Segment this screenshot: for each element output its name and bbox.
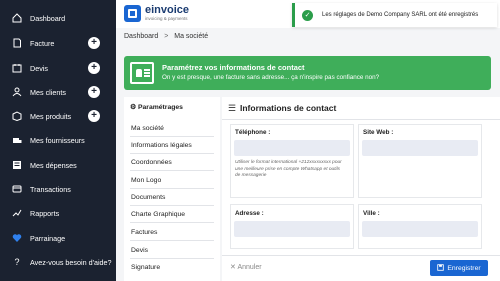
logo-tagline: invoicing & payments xyxy=(145,16,188,21)
divider xyxy=(130,188,214,189)
divider xyxy=(222,119,500,120)
settings-item-signature[interactable]: Signature xyxy=(131,264,160,271)
divider xyxy=(130,222,214,223)
sidebar-item-label: Mes dépenses xyxy=(30,161,77,170)
breadcrumb-root[interactable]: Dashboard xyxy=(124,33,158,40)
settings-item-logo[interactable]: Mon Logo xyxy=(131,177,161,184)
add-product-button[interactable]: + xyxy=(88,110,100,122)
save-icon xyxy=(437,263,445,273)
divider xyxy=(130,136,214,137)
sidebar-item-transactions[interactable]: Transactions xyxy=(0,180,116,198)
settings-title: ⚙ Paramétrages xyxy=(130,104,183,111)
sidebar-item-devis[interactable]: Devis + xyxy=(0,59,116,77)
success-toast: ✓ Les réglages de Demo Company SARL ont … xyxy=(292,3,497,27)
contact-card-icon xyxy=(130,62,154,84)
form-footer: ✕ Annuler Enregistrer xyxy=(222,255,500,281)
settings-item-factures[interactable]: Factures xyxy=(131,229,157,236)
heart-icon xyxy=(12,233,22,243)
suppliers-icon xyxy=(12,135,22,145)
sidebar-item-dashboard[interactable]: Dashboard xyxy=(0,9,116,27)
logo-icon[interactable] xyxy=(124,5,141,22)
add-client-button[interactable]: + xyxy=(88,86,100,98)
close-icon: ✕ xyxy=(230,264,236,271)
sidebar-item-fournisseurs[interactable]: Mes fournisseurs xyxy=(0,131,116,149)
sidebar: Dashboard Facture + Devis + Mes clients … xyxy=(0,0,116,281)
invoice-icon xyxy=(12,38,22,48)
add-quote-button[interactable]: + xyxy=(88,62,100,74)
sidebar-item-label: Mes clients xyxy=(30,88,66,97)
breadcrumb-separator: > xyxy=(164,33,169,40)
users-icon xyxy=(12,87,22,97)
sidebar-item-label: Transactions xyxy=(30,185,71,194)
sidebar-item-label: Rapports xyxy=(30,209,60,218)
city-label: Ville : xyxy=(363,210,380,217)
settings-item-coordonnees[interactable]: Coordonnées xyxy=(131,159,172,166)
chart-icon xyxy=(12,208,22,218)
settings-item-ma-societe[interactable]: Ma société xyxy=(131,125,164,132)
sidebar-item-label: Facture xyxy=(30,39,55,48)
sidebar-item-depenses[interactable]: Mes dépenses xyxy=(0,156,116,174)
settings-item-informations-legales[interactable]: Informations légales xyxy=(131,142,192,149)
sidebar-item-label: Dashboard xyxy=(30,14,66,23)
sidebar-item-label: Avez-vous besoin d'aide? xyxy=(30,258,112,267)
sidebar-item-label: Mes produits xyxy=(30,112,72,121)
info-banner: Paramétrez vos informations de contact O… xyxy=(124,56,491,90)
sidebar-item-label: Parrainage xyxy=(30,234,66,243)
save-button[interactable]: Enregistrer xyxy=(430,260,488,276)
sidebar-item-parrainage[interactable]: Parrainage xyxy=(0,229,116,247)
sidebar-item-clients[interactable]: Mes clients + xyxy=(0,83,116,101)
logo-name: einvoice xyxy=(145,4,190,16)
main-content: einvoice invoicing & payments ✓ Les régl… xyxy=(116,0,500,281)
quote-icon xyxy=(12,63,22,73)
home-icon xyxy=(12,13,22,23)
divider xyxy=(130,153,214,154)
phone-input[interactable] xyxy=(234,140,350,156)
banner-subtitle: On y est presque, une facture sans adres… xyxy=(162,74,380,81)
address-input[interactable] xyxy=(234,221,350,237)
sidebar-item-produits[interactable]: Mes produits + xyxy=(0,107,116,125)
transactions-icon xyxy=(12,184,22,194)
sidebar-item-label: Mes fournisseurs xyxy=(30,136,85,145)
sidebar-item-label: Devis xyxy=(30,64,48,73)
settings-item-documents[interactable]: Documents xyxy=(131,194,165,201)
city-input[interactable] xyxy=(362,221,478,237)
settings-item-devis[interactable]: Devis xyxy=(131,247,148,254)
contact-title: Informations de contact xyxy=(240,103,337,113)
settings-item-charte-graphique[interactable]: Charte Graphique xyxy=(131,211,185,218)
breadcrumb: Dashboard > Ma société xyxy=(124,33,208,40)
contact-info-panel: ☰ Informations de contact Téléphone : Ut… xyxy=(222,97,500,281)
divider xyxy=(130,240,214,241)
toast-message: Les réglages de Demo Company SARL ont ét… xyxy=(322,12,479,18)
phone-label: Téléphone : xyxy=(235,129,271,136)
sidebar-item-aide[interactable]: ? Avez-vous besoin d'aide? xyxy=(0,253,116,271)
divider xyxy=(130,258,214,259)
website-input[interactable] xyxy=(362,140,478,156)
products-icon xyxy=(12,111,22,121)
check-circle-icon: ✓ xyxy=(302,9,313,21)
divider xyxy=(130,170,214,171)
website-label: Site Web : xyxy=(363,129,394,136)
cancel-button[interactable]: ✕ Annuler xyxy=(230,263,262,271)
settings-menu: ⚙ Paramétrages Ma société Informations l… xyxy=(124,97,220,281)
sidebar-item-rapports[interactable]: Rapports xyxy=(0,204,116,222)
sliders-icon: ☰ xyxy=(228,103,237,113)
divider xyxy=(130,205,214,206)
phone-help-text: Utiliser le format international +212xxx… xyxy=(235,160,342,178)
banner-title: Paramétrez vos informations de contact xyxy=(162,63,305,72)
add-invoice-button[interactable]: + xyxy=(88,37,100,49)
expenses-icon xyxy=(12,160,22,170)
sidebar-item-facture[interactable]: Facture + xyxy=(0,34,116,52)
sliders-icon: ⚙ xyxy=(130,104,137,111)
address-label: Adresse : xyxy=(235,210,264,217)
top-bar: einvoice invoicing & payments ✓ Les régl… xyxy=(116,0,500,28)
breadcrumb-current: Ma société xyxy=(174,33,209,40)
help-icon: ? xyxy=(14,257,20,267)
